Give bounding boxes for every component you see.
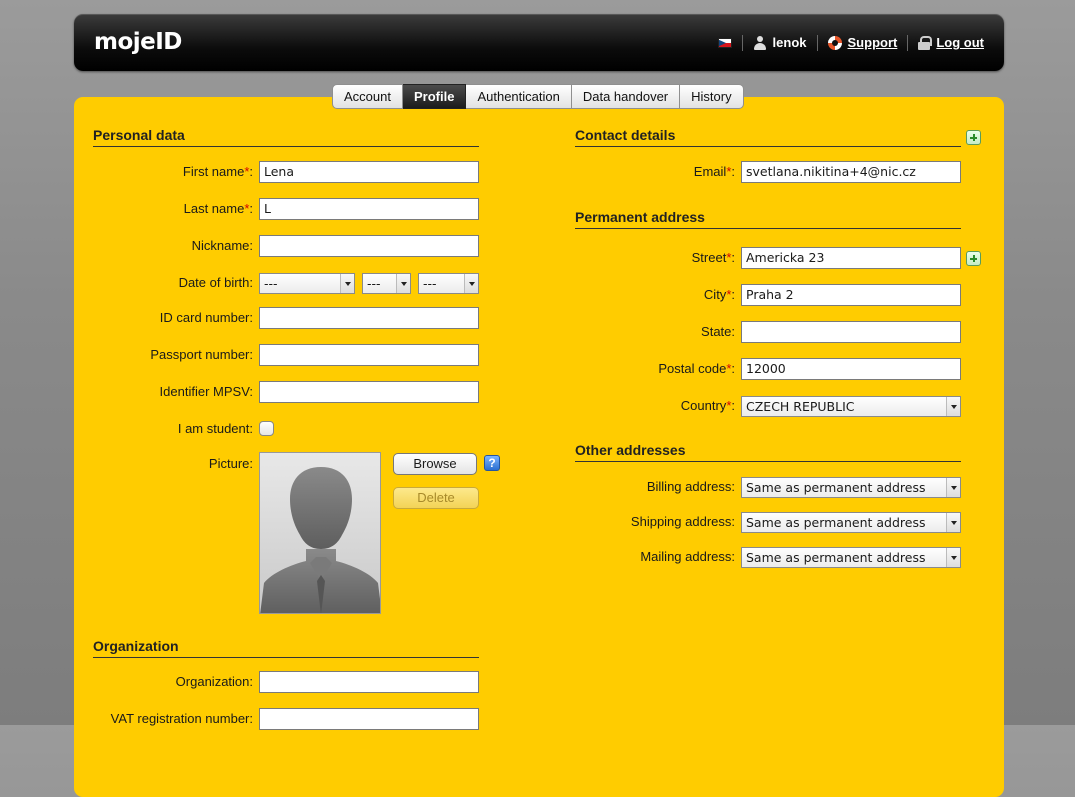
add-contact-icon[interactable] (966, 130, 981, 145)
shipping-address-select[interactable]: Same as permanent address (741, 512, 961, 533)
browse-button[interactable]: Browse (393, 453, 477, 475)
chevron-down-icon (396, 274, 410, 293)
profile-picture (259, 452, 381, 614)
personal-data-heading: Personal data (93, 127, 479, 147)
profile-panel: Personal data First name*: Lena Last nam… (74, 97, 1004, 797)
country-label: Country*: (680, 398, 735, 413)
mpsv-input[interactable] (259, 381, 479, 403)
mailing-address-select[interactable]: Same as permanent address (741, 547, 961, 568)
id-card-label: ID card number: (159, 310, 253, 325)
czech-flag-icon[interactable] (717, 37, 732, 48)
vat-input[interactable] (259, 708, 479, 730)
logout-link-group[interactable]: Log out (918, 35, 984, 50)
student-label: I am student: (177, 421, 253, 436)
street-label: Street*: (691, 250, 735, 265)
tab-profile[interactable]: Profile (402, 84, 467, 109)
mpsv-label: Identifier MPSV: (159, 384, 253, 399)
tab-data-handover[interactable]: Data handover (571, 84, 681, 109)
city-input[interactable]: Praha 2 (741, 284, 961, 306)
passport-input[interactable] (259, 344, 479, 366)
nickname-label: Nickname: (191, 238, 253, 253)
street-input[interactable]: Americka 23 (741, 247, 961, 269)
chevron-down-icon (340, 274, 354, 293)
tab-history[interactable]: History (680, 84, 744, 109)
postal-code-label: Postal code*: (658, 361, 735, 376)
email-input[interactable]: svetlana.nikitina+4@nic.cz (741, 161, 961, 183)
organization-input[interactable] (259, 671, 479, 693)
mailing-address-label: Mailing address: (640, 549, 735, 564)
avatar-silhouette-icon (260, 467, 380, 613)
divider (741, 34, 743, 51)
billing-address-label: Billing address: (646, 479, 735, 494)
passport-label: Passport number: (150, 347, 253, 362)
username: lenok (772, 35, 807, 50)
other-addresses-heading: Other addresses (575, 442, 961, 462)
divider (816, 34, 818, 51)
chevron-down-icon (946, 478, 960, 497)
date-of-birth-label: Date of birth: (178, 275, 253, 290)
lock-icon (918, 35, 933, 50)
first-name-input[interactable]: Lena (259, 161, 479, 183)
logout-link[interactable]: Log out (936, 35, 984, 50)
lifebuoy-icon (827, 35, 842, 50)
country-select[interactable]: CZECH REPUBLIC (741, 396, 961, 417)
user-menu: lenok (753, 35, 807, 50)
divider (907, 34, 909, 51)
profile-tabs: Account Profile Authentication Data hand… (332, 84, 744, 109)
help-icon[interactable]: ? (484, 455, 500, 471)
picture-label: Picture: (208, 456, 253, 471)
dob-year-select[interactable]: --- (418, 273, 479, 294)
vat-label: VAT registration number: (110, 711, 253, 726)
top-nav: lenok Support Log out (717, 14, 984, 71)
tab-authentication[interactable]: Authentication (466, 84, 572, 109)
support-link-group[interactable]: Support (827, 35, 898, 50)
organization-label: Organization: (175, 674, 253, 689)
chevron-down-icon (946, 513, 960, 532)
logo-text: mojeID (94, 29, 182, 55)
delete-picture-button[interactable]: Delete (393, 487, 479, 509)
chevron-down-icon (946, 548, 960, 567)
organization-heading: Organization (93, 638, 479, 658)
permanent-address-heading: Permanent address (575, 209, 961, 229)
language-switch[interactable] (717, 37, 732, 48)
nickname-input[interactable] (259, 235, 479, 257)
user-icon (753, 35, 767, 50)
state-input[interactable] (741, 321, 961, 343)
last-name-input[interactable]: L (259, 198, 479, 220)
state-label: State: (701, 324, 735, 339)
dob-day-select[interactable]: --- (259, 273, 355, 294)
billing-address-select[interactable]: Same as permanent address (741, 477, 961, 498)
top-bar: mojeID lenok Support Log out (74, 14, 1004, 71)
dob-month-select[interactable]: --- (362, 273, 411, 294)
mojeid-logo[interactable]: mojeID (94, 27, 182, 57)
tab-account[interactable]: Account (332, 84, 403, 109)
last-name-label: Last name*: (183, 201, 253, 216)
city-label: City*: (703, 287, 735, 302)
id-card-input[interactable] (259, 307, 479, 329)
support-link[interactable]: Support (848, 35, 898, 50)
add-street-icon[interactable] (966, 251, 981, 266)
shipping-address-label: Shipping address: (630, 514, 735, 529)
student-checkbox[interactable] (259, 421, 274, 436)
contact-details-heading: Contact details (575, 127, 961, 147)
email-label: Email*: (693, 164, 735, 179)
chevron-down-icon (946, 397, 960, 416)
first-name-label: First name*: (182, 164, 253, 179)
chevron-down-icon (464, 274, 478, 293)
postal-code-input[interactable]: 12000 (741, 358, 961, 380)
